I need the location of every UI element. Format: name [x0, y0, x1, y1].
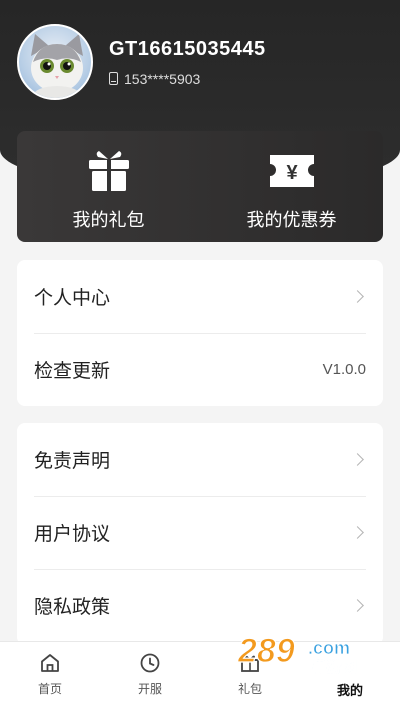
tab-gifts[interactable]: 礼包 — [200, 642, 300, 714]
chevron-right-icon — [351, 290, 364, 303]
tab-mine[interactable]: 我的 — [300, 642, 400, 714]
menu-item-check-update[interactable]: 检查更新 V1.0.0 — [17, 333, 383, 406]
tab-home[interactable]: 首页 — [0, 642, 100, 714]
menu-item-user-agreement[interactable]: 用户协议 — [17, 496, 383, 569]
version-value: V1.0.0 — [322, 361, 366, 378]
tab-label-home: 首页 — [37, 682, 62, 696]
phone-row: 153****5903 — [109, 71, 266, 87]
chevron-right-icon — [351, 453, 364, 466]
menu-item-label: 用户协议 — [34, 524, 111, 545]
benefit-card: 我的礼包 ¥ 我的优惠券 — [17, 131, 383, 242]
chevron-right-icon — [351, 526, 364, 539]
username: GT16615035445 — [109, 37, 266, 60]
tab-label-mine: 我的 — [336, 683, 363, 698]
coupon-symbol: ¥ — [286, 162, 298, 184]
benefit-label-coupon: 我的优惠券 — [246, 210, 337, 230]
user-icon — [342, 655, 358, 672]
gift-icon — [241, 655, 259, 672]
user-info: GT16615035445 153****5903 — [109, 38, 266, 87]
benefit-label-gift: 我的礼包 — [72, 210, 145, 230]
my-gift-pack-button[interactable]: 我的礼包 — [17, 131, 200, 242]
tab-label-gifts: 礼包 — [237, 682, 262, 696]
menu-item-label: 检查更新 — [34, 361, 111, 382]
bottom-tab-bar: 首页 开服 礼包 我的 — [0, 641, 400, 714]
menu-group-account: 个人中心 检查更新 V1.0.0 — [17, 260, 383, 406]
menu-item-privacy-policy[interactable]: 隐私政策 — [17, 569, 383, 642]
gift-icon — [88, 151, 129, 191]
phone-icon — [109, 72, 118, 85]
menu-item-label: 隐私政策 — [34, 597, 111, 618]
menu-item-disclaimer[interactable]: 免责声明 — [17, 423, 383, 496]
menu-item-label: 个人中心 — [34, 288, 111, 309]
menu-item-personal-center[interactable]: 个人中心 — [17, 260, 383, 333]
coupon-icon: ¥ — [269, 155, 314, 187]
clock-icon — [140, 653, 160, 673]
menu-group-legal: 免责声明 用户协议 隐私政策 — [17, 423, 383, 645]
tab-servers[interactable]: 开服 — [100, 642, 200, 714]
profile-section: GT16615035445 153****5903 — [17, 24, 266, 100]
chevron-right-icon — [351, 599, 364, 612]
cat-avatar-icon — [31, 34, 83, 98]
home-icon — [41, 654, 59, 672]
menu-item-label: 免责声明 — [34, 451, 111, 472]
avatar[interactable] — [17, 24, 93, 100]
tab-label-servers: 开服 — [137, 682, 162, 696]
my-coupon-button[interactable]: ¥ 我的优惠券 — [200, 131, 383, 242]
phone-number: 153****5903 — [124, 70, 201, 87]
